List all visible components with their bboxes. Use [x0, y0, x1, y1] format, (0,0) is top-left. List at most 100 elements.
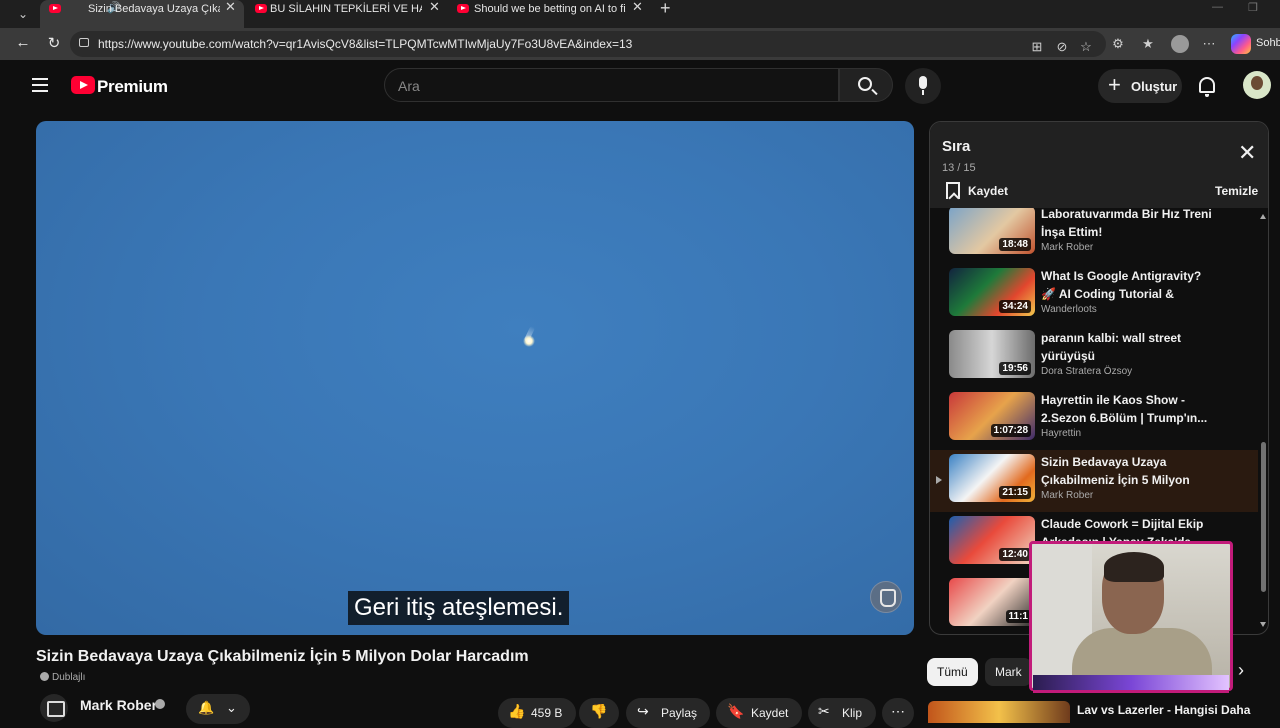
playlist-item-title: Laboratuvarımda Bir Hız Treni İnşa Ettim… — [1041, 208, 1212, 239]
voice-search-button[interactable] — [905, 68, 941, 104]
playlist-position: 13 / 15 — [942, 162, 976, 174]
create-button[interactable]: + Oluştur — [1098, 69, 1182, 103]
close-icon[interactable]: ✕ — [1238, 142, 1256, 164]
back-icon[interactable]: ← — [13, 34, 33, 51]
playlist-item-channel: Wanderloots — [1041, 304, 1097, 315]
tab-title: BU SİLAHIN TEPKİLERİ VE HASARI — [270, 3, 422, 15]
close-tab-icon[interactable]: ✕ — [225, 0, 236, 15]
favorites-icon[interactable]: ★ — [1140, 36, 1156, 52]
playlist-title: Sıra — [942, 138, 971, 155]
chip-all[interactable]: Tümü — [927, 658, 978, 686]
playlist-item-title: What Is Google Antigravity? 🚀 AI Coding … — [1041, 269, 1202, 301]
like-count: 459 B — [531, 706, 563, 720]
microphone-icon — [919, 76, 927, 95]
video-player[interactable]: Geri itiş ateşlemesi. — [36, 121, 914, 635]
extensions-icon[interactable]: ⚙ — [1110, 36, 1126, 52]
avatar[interactable] — [1243, 71, 1271, 99]
browser-tab-bar: ⌄ 🔊 Sizin Bedavaya Uzaya Çıkabilmeniz İç… — [0, 0, 1280, 28]
youtube-logo-icon[interactable] — [71, 76, 95, 94]
playlist-item-channel: Hayrettin — [1041, 428, 1082, 439]
scissors-icon: ✂ — [818, 703, 830, 719]
browser-profile-icon[interactable] — [1171, 35, 1189, 53]
more-actions-button[interactable]: ⋯ — [882, 698, 914, 728]
playlist-item[interactable]: 34:24 What Is Google Antigravity? 🚀 AI C… — [930, 264, 1258, 326]
playlist-item-title: paranın kalbi: wall street yürüyüşü — [1041, 331, 1182, 363]
more-menu-icon[interactable]: ⋯ — [1201, 36, 1217, 52]
duration-badge: 12:40 — [999, 548, 1031, 561]
channel-name[interactable]: Mark Rober — [80, 697, 157, 713]
playlist-item[interactable]: 18:48 Laboratuvarımda Bir Hız Treni İnşa… — [930, 208, 1258, 264]
playlist-item-channel: Dora Stratera Özsoy — [1041, 366, 1133, 377]
playlist-header: Sıra 13 / 15 ✕ Kaydet Temizle — [930, 122, 1268, 208]
playlist-item[interactable]: 1:07:28 Hayrettin ile Kaos Show - 2.Sezo… — [930, 388, 1258, 450]
recommendation-title[interactable]: Lav vs Lazerler - Hangisi Daha — [1077, 703, 1250, 717]
app-icon[interactable]: ⊞ — [1029, 39, 1045, 55]
copilot-icon[interactable] — [1231, 34, 1251, 54]
duration-badge: 11:1 — [1005, 610, 1031, 623]
duration-badge: 21:15 — [999, 486, 1031, 499]
save-button[interactable]: 🔖 Kaydet — [716, 698, 802, 728]
duration-badge: 34:24 — [999, 300, 1031, 313]
scrollbar-thumb[interactable] — [1261, 442, 1266, 592]
rocket-flame — [523, 335, 535, 347]
playlist-save-button[interactable]: Kaydet — [968, 184, 1008, 198]
video-title: Sizin Bedavaya Uzaya Çıkabilmeniz İçin 5… — [36, 648, 529, 665]
plus-icon: + — [1108, 72, 1121, 97]
duration-badge: 18:48 — [999, 238, 1031, 251]
close-tab-icon[interactable]: ✕ — [632, 0, 643, 15]
scroll-up-icon[interactable] — [1260, 214, 1266, 219]
video-thumbnail: 18:48 — [949, 208, 1035, 254]
browser-tab-1[interactable]: 🔊 Sizin Bedavaya Uzaya Çıkabilmeniz İçin… — [40, 0, 244, 28]
youtube-favicon-icon — [255, 4, 267, 13]
more-horizontal-icon: ⋯ — [891, 703, 905, 719]
favorite-star-icon[interactable]: ☆ — [1078, 39, 1094, 55]
dislike-button[interactable]: 👎 — [579, 698, 619, 728]
browser-tab-2[interactable]: BU SİLAHIN TEPKİLERİ VE HASARI ✕ — [246, 0, 446, 28]
video-thumbnail: 1:07:28 — [949, 392, 1035, 440]
url-text: https://www.youtube.com/watch?v=qr1AvisQ… — [98, 37, 633, 51]
site-info-icon[interactable] — [79, 38, 89, 47]
like-button[interactable]: 👍 459 B — [498, 698, 576, 728]
playlist-clear-button[interactable]: Temizle — [1215, 184, 1258, 198]
close-tab-icon[interactable]: ✕ — [429, 0, 440, 15]
scroll-down-icon[interactable] — [1260, 622, 1266, 627]
video-thumbnail: 12:40 — [949, 516, 1035, 564]
logo-text[interactable]: Premium — [97, 77, 168, 97]
tab-list-chevron-icon[interactable]: ⌄ — [12, 5, 34, 23]
hamburger-menu-icon[interactable] — [32, 78, 48, 92]
bookmark-icon[interactable] — [946, 182, 960, 199]
clip-label: Klip — [842, 706, 863, 720]
create-label: Oluştur — [1131, 79, 1178, 94]
search-placeholder: Ara — [398, 78, 420, 94]
video-thumbnail: 19:56 — [949, 330, 1035, 378]
playlist-item[interactable]: 19:56 paranın kalbi: wall street yürüyüş… — [930, 326, 1258, 388]
channel-avatar[interactable] — [40, 694, 68, 722]
new-tab-icon[interactable]: + — [660, 0, 671, 19]
playlist-item-title: Sizin Bedavaya Uzaya Çıkabilmeniz İçin 5… — [1041, 455, 1190, 487]
webcam-overlay — [1029, 541, 1233, 691]
notifications-bell-icon[interactable] — [1199, 77, 1215, 97]
search-button[interactable] — [839, 68, 893, 102]
chevron-right-icon[interactable]: › — [1238, 660, 1244, 681]
clip-button[interactable]: ✂ Klip — [808, 698, 876, 728]
playlist-item-current[interactable]: 21:15 Sizin Bedavaya Uzaya Çıkabilmeniz … — [930, 450, 1258, 512]
chip-mark[interactable]: Mark — [985, 658, 1032, 686]
chevron-down-icon: ⌄ — [226, 700, 237, 715]
url-field[interactable]: https://www.youtube.com/watch?v=qr1AvisQ… — [70, 31, 1106, 57]
search-input[interactable]: Ara — [384, 68, 839, 102]
playlist-scrollbar[interactable] — [1260, 214, 1266, 630]
channel-watermark-icon[interactable] — [870, 581, 902, 613]
browser-tab-3[interactable]: Should we be betting on AI to fix ✕ — [448, 0, 648, 28]
refresh-icon[interactable]: ↻ — [44, 34, 64, 52]
restore-icon[interactable]: ❐ — [1248, 1, 1258, 14]
playlist-item-channel: Mark Rober — [1041, 242, 1094, 253]
playlist-item-title: Hayrettin ile Kaos Show - 2.Sezon 6.Bölü… — [1041, 393, 1208, 425]
tracking-icon[interactable]: ⊘ — [1054, 39, 1070, 55]
sidebar-chat-label[interactable]: Sohb — [1256, 37, 1280, 49]
share-button[interactable]: ↪ Paylaş — [626, 698, 710, 728]
minimize-icon[interactable]: — — [1212, 1, 1223, 13]
video-thumbnail: 11:1 — [949, 578, 1035, 626]
webcam-person-hair — [1104, 552, 1164, 582]
webcam-frame-bar — [1033, 675, 1229, 693]
dubbed-person-icon — [40, 672, 49, 681]
